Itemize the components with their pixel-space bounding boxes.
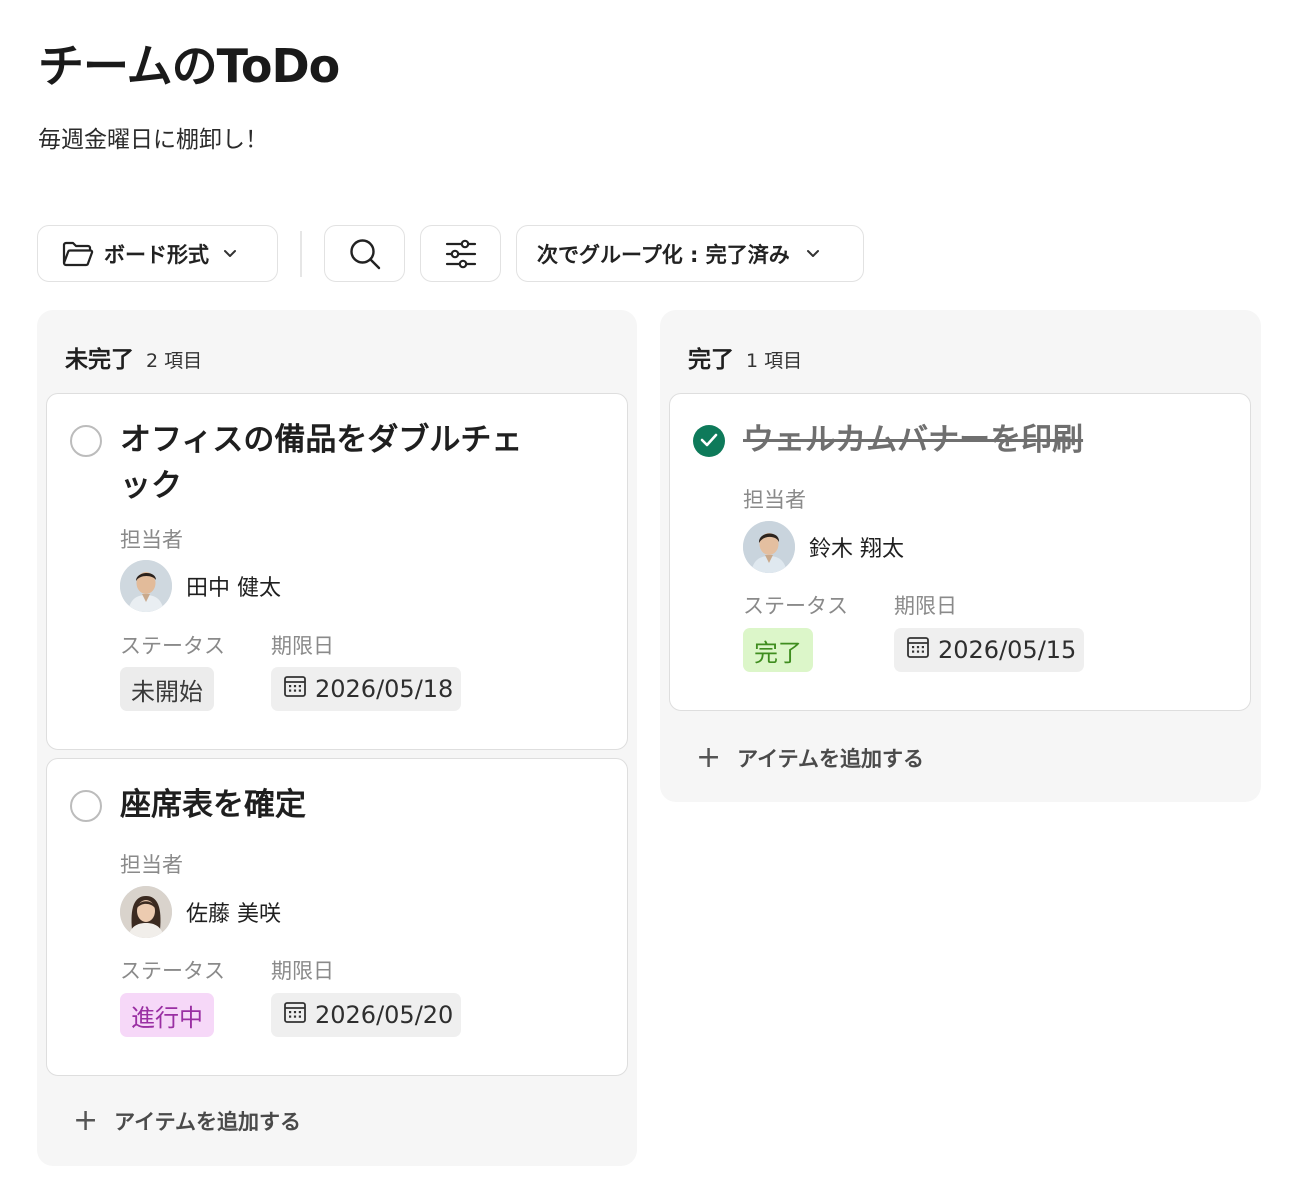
status-badge[interactable]: 完了 (743, 628, 813, 672)
column-done: 完了 1 項目 ウェルカムバナーを印刷 担当者 鈴木 翔太 ステータス 期限日 … (660, 310, 1261, 802)
due-date-badge[interactable]: 2026/05/15 (894, 628, 1085, 672)
assignee: 田中 健太 (120, 560, 281, 612)
plus-icon: + (73, 1103, 99, 1138)
plus-icon: + (696, 740, 722, 775)
group-by-label: 次でグループ化 : 完了済み (537, 242, 790, 267)
folder-icon (62, 240, 94, 268)
status-label: ステータス (743, 594, 848, 618)
assignee-label: 担当者 (120, 528, 183, 552)
task-title: ウェルカムバナーを印刷 (743, 422, 1084, 458)
filter-button[interactable] (420, 225, 501, 282)
group-by-button[interactable]: 次でグループ化 : 完了済み (516, 225, 864, 282)
column-header: 未完了 2 項目 (65, 340, 202, 374)
status-label: ステータス (120, 959, 225, 983)
page: チームのToDo 毎週金曜日に棚卸し！ ボード形式 次でグループ化: 完了済み… (0, 0, 1316, 1195)
avatar (120, 886, 172, 938)
due-label: 期限日 (271, 634, 334, 658)
add-item-label: アイテムを追加する (114, 1110, 302, 1134)
task-card[interactable]: ウェルカムバナーを印刷 担当者 鈴木 翔太 ステータス 期限日 完了 2026/… (669, 393, 1251, 711)
due-date-badge[interactable]: 2026/05/20 (271, 993, 462, 1037)
task-checkbox[interactable] (70, 790, 102, 822)
assignee-label: 担当者 (120, 853, 183, 877)
status-badge[interactable]: 進行中 (120, 993, 214, 1037)
due-date: 2026/05/15 (938, 636, 1077, 664)
assignee: 佐藤 美咲 (120, 886, 281, 938)
task-checkbox[interactable] (70, 425, 102, 457)
avatar (743, 521, 795, 573)
search-button[interactable] (324, 225, 405, 282)
page-subtitle: 毎週金曜日に棚卸し！ (38, 127, 268, 153)
status-label: ステータス (120, 634, 225, 658)
due-date: 2026/05/20 (315, 1001, 454, 1029)
avatar (120, 560, 172, 612)
add-item-button[interactable]: + アイテムを追加する (696, 743, 924, 773)
search-icon (348, 237, 382, 271)
task-checkbox-checked[interactable] (693, 425, 725, 457)
sliders-icon (445, 239, 477, 269)
due-label: 期限日 (894, 594, 957, 618)
assignee-name: 鈴木 翔太 (809, 537, 904, 562)
assignee-label: 担当者 (743, 488, 806, 512)
column-name: 未完了 (65, 347, 134, 373)
task-title: オフィスの備品をダブルチェック (120, 422, 523, 504)
calendar-icon (283, 1000, 315, 1030)
assignee-name: 田中 健太 (186, 576, 281, 601)
add-item-label: アイテムを追加する (737, 747, 925, 771)
add-item-button[interactable]: + アイテムを追加する (73, 1106, 301, 1136)
page-title: チームのToDo (38, 39, 340, 93)
due-date-badge[interactable]: 2026/05/18 (271, 667, 462, 711)
chevron-down-icon (806, 249, 820, 259)
toolbar: ボード形式 次でグループ化 : 完了済み (37, 225, 877, 282)
calendar-icon (283, 674, 315, 704)
due-date: 2026/05/18 (315, 675, 454, 703)
column-name: 完了 (688, 347, 734, 373)
calendar-icon (906, 635, 938, 665)
column-count: 2 項目 (146, 350, 203, 372)
status-badge[interactable]: 未開始 (120, 667, 214, 711)
due-label: 期限日 (271, 959, 334, 983)
view-mode-label: ボード形式 (104, 242, 209, 267)
task-title: 座席表を確定 (120, 787, 306, 823)
column-incomplete: 未完了 2 項目 オフィスの備品をダブルチェック 担当者 田中 健太 ステータス… (37, 310, 637, 1166)
task-card[interactable]: オフィスの備品をダブルチェック 担当者 田中 健太 ステータス 期限日 未開始 (46, 393, 628, 750)
chevron-down-icon (223, 249, 237, 259)
assignee: 鈴木 翔太 (743, 521, 904, 573)
assignee-name: 佐藤 美咲 (186, 902, 281, 927)
task-card[interactable]: 座席表を確定 担当者 佐藤 美咲 ステータス 期限日 進行中 2026/05/2… (46, 758, 628, 1076)
column-count: 1 項目 (746, 350, 803, 372)
column-header: 完了 1 項目 (688, 340, 802, 374)
toolbar-divider (300, 231, 302, 277)
checkmark-icon (700, 432, 718, 451)
view-mode-button[interactable]: ボード形式 (37, 225, 278, 282)
